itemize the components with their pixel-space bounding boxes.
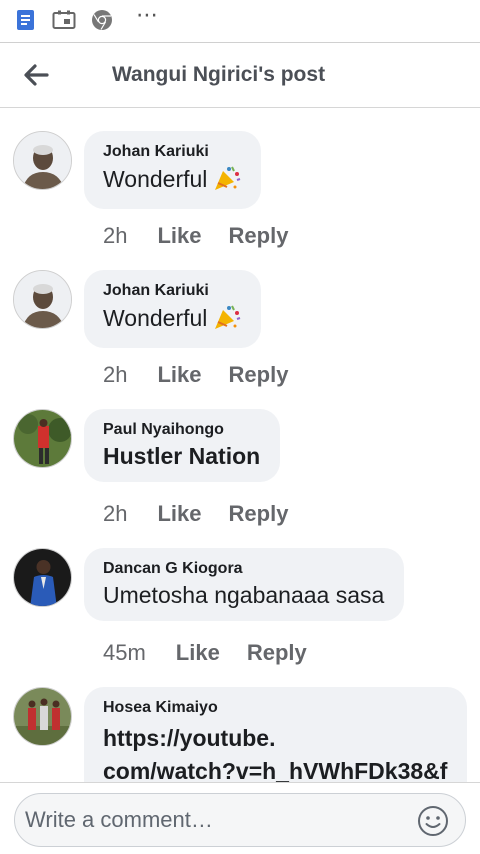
avatar[interactable]	[13, 270, 72, 329]
comment-link-line-2[interactable]: com/watch?v=h_hVWhFDk38&f	[103, 758, 467, 782]
comment-actions: 2h Like Reply	[103, 501, 288, 527]
more-notifications-icon: ⋯	[136, 2, 160, 27]
avatar[interactable]	[13, 131, 72, 190]
like-button[interactable]: Like	[157, 362, 201, 388]
avatar[interactable]	[13, 409, 72, 468]
comment-link-line-1[interactable]: https://youtube.	[103, 725, 467, 752]
party-popper-icon	[213, 165, 241, 197]
page-title: Wangui Ngirici's post	[112, 63, 326, 86]
comment-text: Umetosha ngabanaaa sasa	[103, 582, 385, 608]
comment-timestamp: 2h	[103, 501, 128, 526]
like-button[interactable]: Like	[157, 223, 201, 249]
comment-timestamp: 2h	[103, 362, 128, 387]
comment-text: Wonderful	[103, 165, 241, 197]
like-button[interactable]: Like	[157, 501, 201, 527]
comment-actions: 2h Like Reply	[103, 223, 288, 249]
back-arrow-icon	[24, 64, 49, 86]
calendar-icon	[52, 9, 76, 31]
comment-bubble[interactable]: Hosea Kimaiyo https://youtube. com/watch…	[84, 687, 467, 782]
avatar[interactable]	[13, 548, 72, 607]
post-header: Wangui Ngirici's post	[0, 42, 480, 108]
emoji-picker-icon[interactable]	[417, 805, 449, 837]
comment-timestamp: 45m	[103, 640, 146, 665]
status-bar: ⋯	[0, 0, 480, 40]
comment-author[interactable]: Hosea Kimaiyo	[103, 699, 467, 717]
comment-author[interactable]: Paul Nyaihongo	[103, 421, 260, 439]
comment-author[interactable]: Johan Kariuki	[103, 282, 241, 300]
comment-bubble[interactable]: Johan Kariuki Wonderful	[84, 131, 262, 209]
reply-button[interactable]: Reply	[247, 640, 307, 666]
reply-button[interactable]: Reply	[229, 223, 289, 249]
comment-bubble[interactable]: Dancan G Kiogora Umetosha ngabanaaa sasa	[84, 548, 405, 621]
comment-list[interactable]: Johan Kariuki Wonderful 2h Like Reply Jo…	[0, 109, 480, 782]
document-app-icon	[14, 9, 38, 31]
comment-author[interactable]: Johan Kariuki	[103, 143, 241, 161]
comment-input[interactable]	[25, 807, 405, 833]
comment-timestamp: 2h	[103, 223, 128, 248]
comment-composer-bar	[0, 782, 480, 854]
comment-text: Wonderful	[103, 304, 241, 336]
chrome-icon	[90, 9, 114, 31]
avatar[interactable]	[13, 687, 72, 746]
comment-actions: 2h Like Reply	[103, 362, 288, 388]
comment-author[interactable]: Dancan G Kiogora	[103, 560, 384, 578]
comment-text: Hustler Nation	[103, 443, 261, 469]
comment-actions: 45m Like Reply	[103, 640, 307, 666]
comment-bubble[interactable]: Johan Kariuki Wonderful	[84, 270, 262, 348]
party-popper-icon	[213, 304, 241, 336]
comment-composer[interactable]	[14, 793, 466, 847]
back-button[interactable]	[6, 45, 66, 105]
reply-button[interactable]: Reply	[229, 362, 289, 388]
like-button[interactable]: Like	[176, 640, 220, 666]
comment-bubble[interactable]: Paul Nyaihongo Hustler Nation	[84, 409, 281, 482]
reply-button[interactable]: Reply	[229, 501, 289, 527]
